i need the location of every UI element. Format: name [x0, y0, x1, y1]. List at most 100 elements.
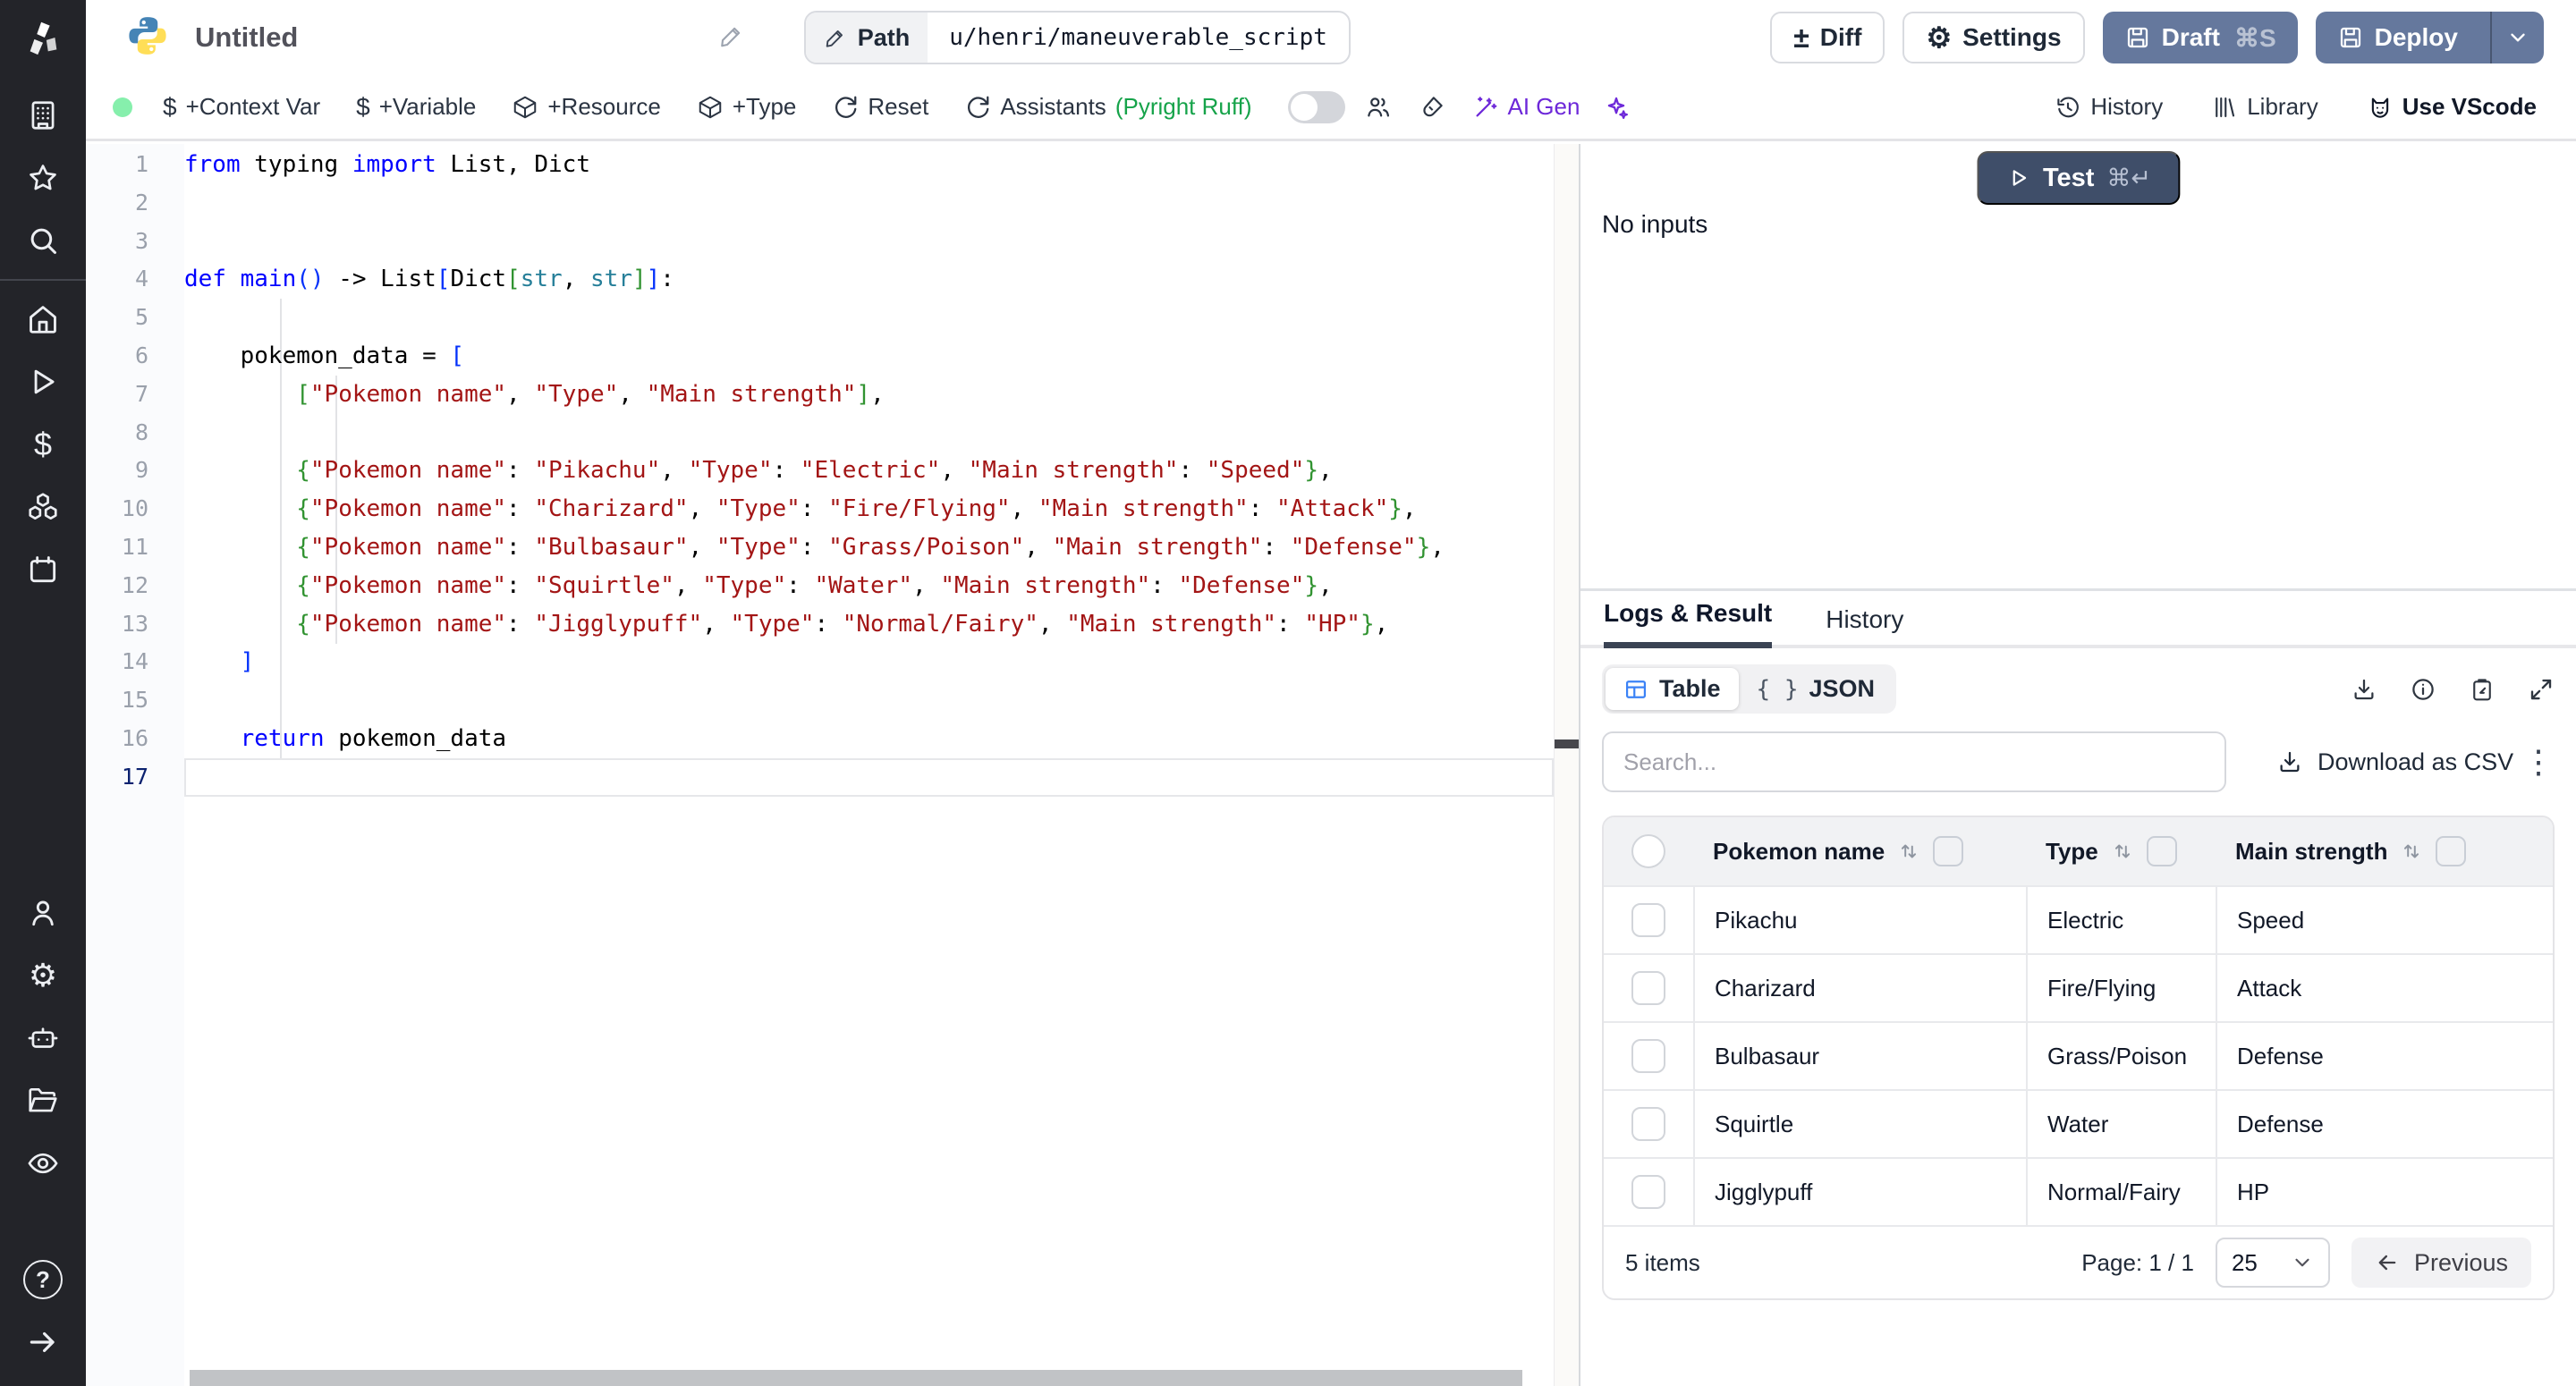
- table-row[interactable]: SquirtleWaterDefense: [1604, 1089, 2553, 1157]
- add-type-button[interactable]: +Type: [697, 93, 797, 121]
- row-checkbox[interactable]: [1631, 971, 1665, 1005]
- schedules-calendar-icon[interactable]: [0, 538, 86, 601]
- test-button[interactable]: Test ⌘↵: [1977, 151, 2180, 205]
- variables-dollar-icon[interactable]: $: [0, 413, 86, 476]
- panel-divider[interactable]: [1579, 144, 1580, 1386]
- search-input[interactable]: [1602, 731, 2226, 792]
- editor-vertical-scrollbar[interactable]: [1554, 144, 1579, 1386]
- python-language-icon: [125, 13, 170, 63]
- row-checkbox[interactable]: [1631, 1175, 1665, 1209]
- multiplayer-users-icon[interactable]: [1365, 94, 1392, 121]
- windmill-logo-icon[interactable]: [20, 14, 66, 61]
- draft-button[interactable]: Draft ⌘S: [2103, 12, 2298, 63]
- code-line[interactable]: 9 {"Pokemon name": "Pikachu", "Type": "E…: [86, 452, 1554, 490]
- previous-page-button[interactable]: Previous: [2351, 1238, 2531, 1288]
- save-icon: [2124, 24, 2151, 51]
- workers-robot-icon[interactable]: [0, 1007, 86, 1069]
- add-variable-button[interactable]: $ +Variable: [356, 93, 476, 122]
- page-size-select[interactable]: 25: [2216, 1238, 2330, 1288]
- code-line[interactable]: 6 pokemon_data = [: [86, 337, 1554, 376]
- view-mode-table[interactable]: Table: [1606, 668, 1739, 710]
- line-number: 17: [86, 758, 184, 797]
- info-icon[interactable]: [2410, 676, 2436, 703]
- code-line[interactable]: 14 ]: [86, 643, 1554, 681]
- table-cell: Jigglypuff: [1693, 1159, 2026, 1225]
- download-icon[interactable]: [2351, 676, 2377, 703]
- row-checkbox[interactable]: [1631, 1107, 1665, 1141]
- search-icon[interactable]: [0, 209, 86, 272]
- assistant-toggle[interactable]: [1288, 91, 1345, 123]
- settings-button[interactable]: ⚙ Settings: [1902, 12, 2084, 63]
- sort-icon[interactable]: [2400, 840, 2423, 863]
- select-all-checkbox[interactable]: [1631, 834, 1665, 868]
- download-csv-button[interactable]: Download as CSV: [2276, 748, 2513, 776]
- code-line[interactable]: 8: [86, 414, 1554, 452]
- code-line[interactable]: 1from typing import List, Dict: [86, 146, 1554, 184]
- code-line[interactable]: 4def main() -> List[Dict[str, str]]:: [86, 260, 1554, 299]
- code-line[interactable]: 3: [86, 223, 1554, 261]
- reset-button[interactable]: Reset: [832, 93, 928, 121]
- home-icon[interactable]: [0, 288, 86, 351]
- script-title: Untitled: [195, 21, 298, 54]
- column-toggle[interactable]: [2436, 836, 2466, 866]
- table-row[interactable]: BulbasaurGrass/PoisonDefense: [1604, 1021, 2553, 1089]
- sparkles-icon[interactable]: [1603, 94, 1630, 121]
- deploy-button[interactable]: Deploy: [2316, 12, 2544, 63]
- use-vscode-button[interactable]: Use VScode: [2367, 93, 2537, 121]
- library-bars-icon: [2211, 94, 2238, 121]
- items-count: 5 items: [1625, 1249, 1700, 1277]
- favorites-star-icon[interactable]: [0, 147, 86, 209]
- row-checkbox[interactable]: [1631, 903, 1665, 937]
- format-brush-icon[interactable]: [1419, 94, 1445, 121]
- resources-blocks-icon[interactable]: [0, 476, 86, 538]
- sort-icon[interactable]: [2111, 840, 2134, 863]
- code-line[interactable]: 13 {"Pokemon name": "Jigglypuff", "Type"…: [86, 605, 1554, 644]
- code-line[interactable]: 15: [86, 681, 1554, 720]
- column-toggle[interactable]: [1933, 836, 1963, 866]
- sort-icon[interactable]: [1897, 840, 1920, 863]
- table-row[interactable]: PikachuElectricSpeed: [1604, 885, 2553, 953]
- tab-history[interactable]: History: [1826, 605, 1903, 648]
- assistants-button[interactable]: Assistants (Pyright Ruff): [964, 93, 1251, 121]
- user-icon[interactable]: [0, 882, 86, 944]
- row-checkbox[interactable]: [1631, 1039, 1665, 1073]
- runs-play-icon[interactable]: [0, 351, 86, 413]
- code-line[interactable]: 16 return pokemon_data: [86, 720, 1554, 758]
- history-button[interactable]: History: [2055, 93, 2163, 121]
- line-number: 7: [86, 376, 184, 414]
- help-icon[interactable]: ?: [0, 1248, 86, 1311]
- deploy-dropdown-button[interactable]: [2490, 12, 2544, 63]
- kebab-menu-icon[interactable]: ⋮: [2522, 746, 2555, 778]
- table-row[interactable]: CharizardFire/FlyingAttack: [1604, 953, 2553, 1021]
- clipboard-copy-icon[interactable]: [2469, 676, 2496, 703]
- workspace-icon[interactable]: [0, 84, 86, 147]
- tab-logs-result[interactable]: Logs & Result: [1604, 599, 1772, 648]
- assistants-status: (Pyright Ruff): [1115, 93, 1252, 121]
- settings-gear-icon[interactable]: ⚙: [0, 944, 86, 1007]
- code-line[interactable]: 10 {"Pokemon name": "Charizard", "Type":…: [86, 490, 1554, 528]
- view-mode-json[interactable]: { } JSON: [1739, 668, 1894, 710]
- library-button[interactable]: Library: [2211, 93, 2318, 121]
- code-line[interactable]: 12 {"Pokemon name": "Squirtle", "Type": …: [86, 567, 1554, 605]
- folders-icon[interactable]: [0, 1069, 86, 1132]
- code-line[interactable]: 2: [86, 184, 1554, 223]
- code-line[interactable]: 5: [86, 299, 1554, 337]
- code-editor[interactable]: 1from typing import List, Dict234def mai…: [86, 144, 1579, 1386]
- code-line[interactable]: 17: [86, 758, 1554, 797]
- add-resource-button[interactable]: +Resource: [512, 93, 660, 121]
- expand-sidebar-arrow-icon[interactable]: [0, 1311, 86, 1373]
- table-row[interactable]: JigglypuffNormal/FairyHP: [1604, 1157, 2553, 1225]
- add-context-var-button[interactable]: $ +Context Var: [163, 93, 320, 122]
- column-toggle[interactable]: [2147, 836, 2177, 866]
- line-number: 14: [86, 643, 184, 681]
- editor-horizontal-scrollbar[interactable]: [190, 1370, 1522, 1386]
- result-actions: [2351, 676, 2555, 703]
- audit-eye-icon[interactable]: [0, 1132, 86, 1195]
- ai-gen-button[interactable]: AI Gen: [1472, 93, 1580, 121]
- path-field[interactable]: Path u/henri/maneuverable_script: [804, 11, 1351, 64]
- diff-button[interactable]: ± Diff: [1770, 12, 1885, 63]
- expand-icon[interactable]: [2528, 676, 2555, 703]
- code-line[interactable]: 11 {"Pokemon name": "Bulbasaur", "Type":…: [86, 528, 1554, 567]
- rename-pencil-icon[interactable]: [718, 22, 745, 54]
- code-line[interactable]: 7 ["Pokemon name", "Type", "Main strengt…: [86, 376, 1554, 414]
